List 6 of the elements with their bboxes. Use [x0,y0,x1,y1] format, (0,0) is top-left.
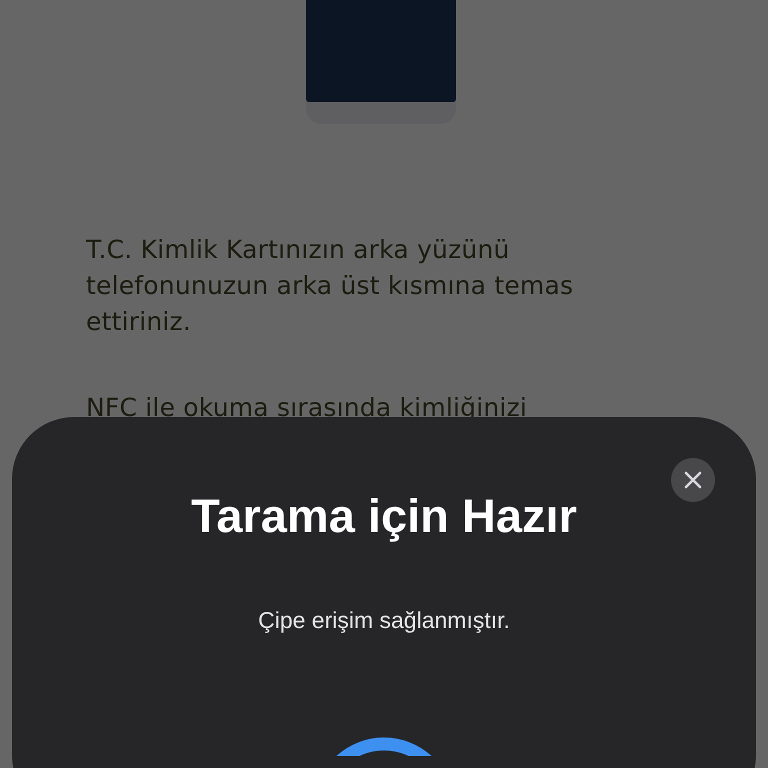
close-button[interactable] [671,458,715,502]
instruction-text: NFC ile okuma sırasında kimliğinizi [86,392,528,424]
sheet-message: Çipe erişim sağlanmıştır. [258,607,510,634]
sheet-title: Tarama için Hazır [191,488,577,543]
close-icon [684,471,702,489]
instruction-text: T.C. Kimlik Kartınızın arka yüzünü telefonunuzun arka üst kısmına temas ettiriniz. [86,234,574,338]
